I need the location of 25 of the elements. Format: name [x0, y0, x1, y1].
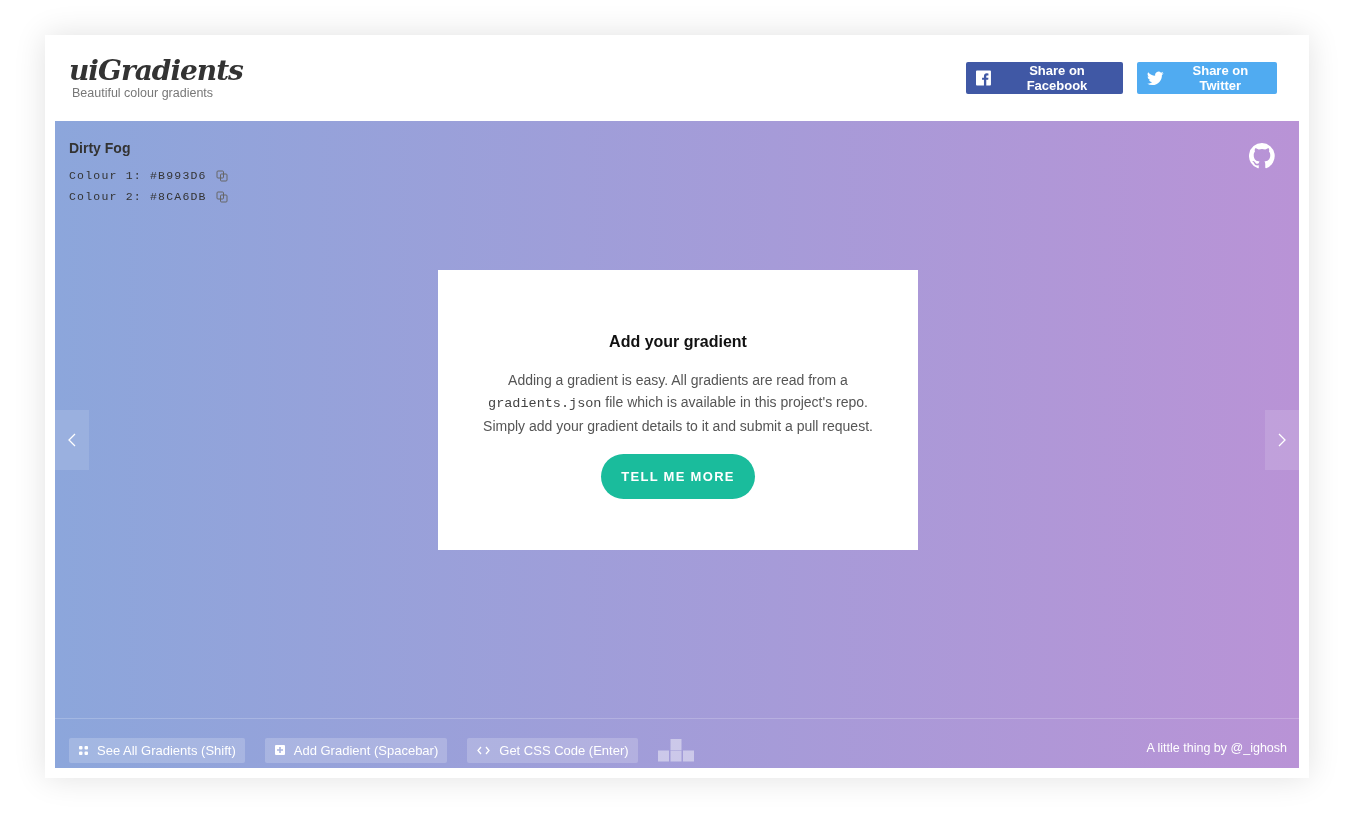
copy-icon[interactable]: [215, 190, 228, 203]
tell-me-more-button[interactable]: TELL ME MORE: [601, 454, 755, 499]
share-twitter-button[interactable]: Share on Twitter: [1137, 62, 1277, 94]
colour-code: Colour 1: #B993D6: [69, 169, 207, 182]
grid-icon: [79, 745, 88, 755]
bird-icon: [1147, 70, 1164, 86]
chevron-left-icon: [68, 433, 76, 447]
dialog-text: Adding a gradient is easy. All gradients are read from a gradients.json file which is available in this project's repo. Simply add your gradient details to it and submit a pull request.: [482, 371, 874, 436]
colour-code: Colour 2: #8CA6DB: [69, 190, 207, 203]
chevron-right-icon: [1278, 433, 1286, 447]
facebook-icon: [976, 70, 991, 86]
toolbar-button[interactable]: Add Gradient (Spacebar): [264, 737, 448, 763]
logo[interactable]: uiGradients: [69, 56, 243, 86]
toolbar-button[interactable]: See All Gradients (Shift): [69, 737, 245, 763]
tagline: Beautiful colour gradients: [72, 86, 215, 100]
share-facebook-button[interactable]: Share on Facebook: [966, 62, 1123, 94]
toolbar-button[interactable]: Get CSS Code (Enter): [467, 737, 638, 763]
github-icon[interactable]: [1249, 143, 1275, 169]
copy-icon[interactable]: [215, 169, 228, 182]
code-icon: [477, 745, 491, 755]
arrow-keys-icon: [657, 737, 694, 762]
dialog-title: Add your gradient: [608, 333, 748, 351]
credit-text: A little thing by @_ighosh: [1146, 740, 1287, 755]
plus-icon: [274, 745, 285, 755]
gradient-name: Dirty Fog: [69, 140, 132, 156]
